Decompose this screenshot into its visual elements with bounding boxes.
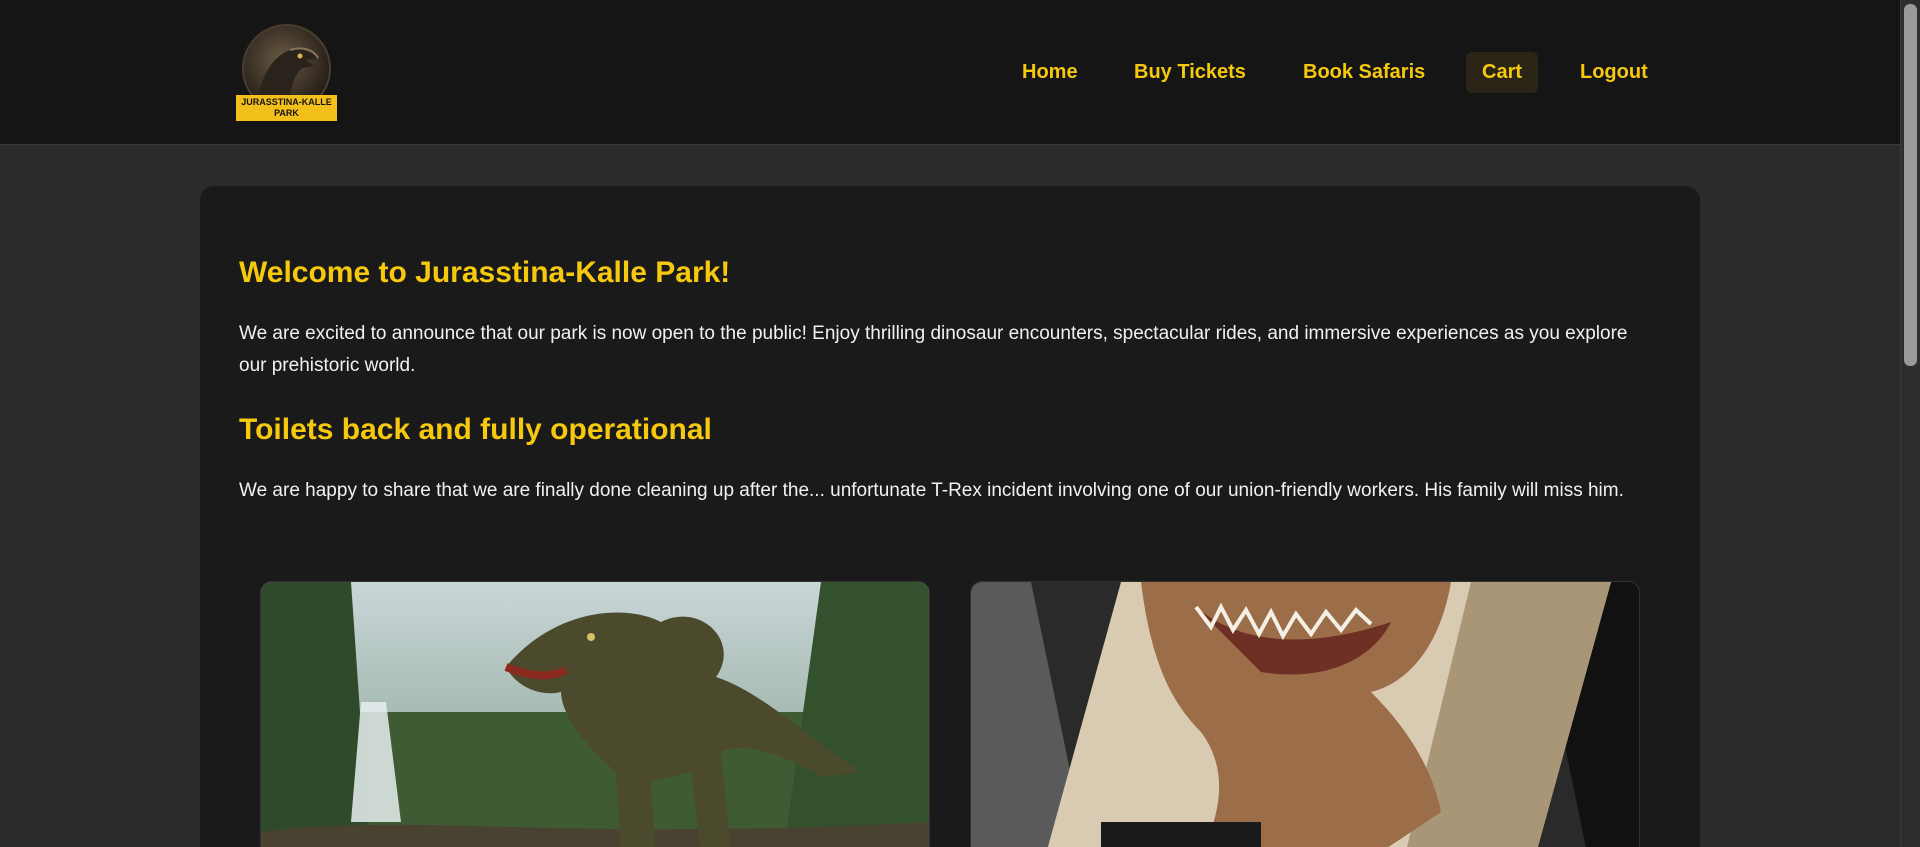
- toilets-title: Toilets back and fully operational: [239, 413, 712, 446]
- nav-cart[interactable]: Cart: [1466, 52, 1539, 93]
- nav-home[interactable]: Home: [1006, 52, 1094, 93]
- nav-logout[interactable]: Logout: [1564, 52, 1664, 93]
- nav-buy-tickets[interactable]: Buy Tickets: [1118, 52, 1262, 93]
- nav-book-safaris[interactable]: Book Safaris: [1287, 52, 1441, 93]
- logo-line-1: JURASSTINA-KALLE: [241, 97, 332, 107]
- page: JURASSTINA-KALLE PARK Home Buy Tickets B…: [0, 0, 1920, 847]
- page-scrollbar[interactable]: [1900, 0, 1920, 847]
- scrollbar-thumb[interactable]: [1904, 4, 1917, 366]
- site-header: JURASSTINA-KALLE PARK Home Buy Tickets B…: [0, 0, 1900, 145]
- welcome-text: We are excited to announce that our park…: [239, 323, 1628, 376]
- trex-poster-image: [970, 581, 1640, 847]
- welcome-title: Welcome to Jurasstina-Kalle Park!: [239, 256, 731, 289]
- park-logo[interactable]: JURASSTINA-KALLE PARK: [236, 24, 337, 121]
- toilets-text: We are happy to share that we are finall…: [239, 480, 1624, 501]
- trex-jungle-image: [260, 581, 930, 847]
- logo-line-2: PARK: [274, 108, 299, 118]
- logo-text-plate: JURASSTINA-KALLE PARK: [236, 95, 337, 121]
